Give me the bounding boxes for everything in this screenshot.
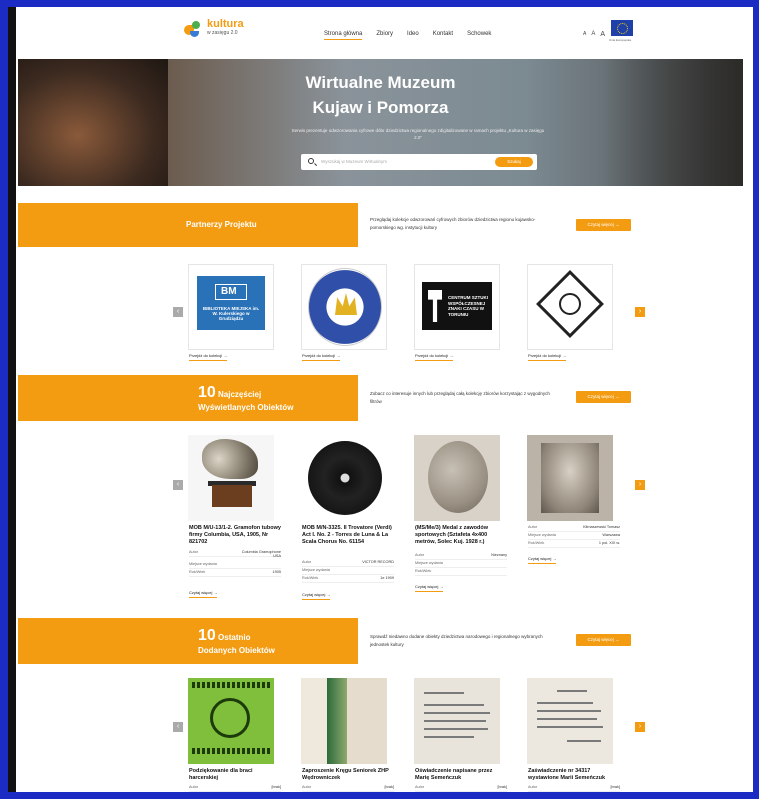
last-added-heading-b: Dodanych Obiektów	[198, 646, 275, 655]
read-more-link[interactable]: Czytaj więcej →	[302, 592, 331, 600]
object-title[interactable]: Podziękowanie dla braci harcerskiej	[189, 768, 281, 782]
eu-flag-icon	[611, 20, 633, 36]
object-image-certificate-document[interactable]	[527, 678, 613, 764]
most-viewed-heading-b: Wyświetlanych Obiektów	[198, 403, 294, 412]
partners-next-arrow[interactable]: ›	[635, 307, 645, 317]
object-image-invitation[interactable]	[301, 678, 387, 764]
object-image-green-poster[interactable]	[188, 678, 274, 764]
object-title[interactable]: Zaproszenie Kręgu Seniorek ZHP Wędrownic…	[302, 768, 394, 782]
search-bar: Wyszukaj w Muzeum Wirtualnym Szukaj	[301, 154, 537, 170]
page: kultura w zasięgu 2.0 Strona główna Zbio…	[8, 7, 753, 792]
search-icon	[308, 158, 314, 164]
font-size-medium[interactable]: A	[591, 31, 595, 38]
last-added-heading-a: Ostatnio	[218, 633, 251, 642]
last-added-prev-arrow[interactable]: ‹	[173, 722, 183, 732]
font-size-switcher: A A A	[583, 31, 605, 38]
partner-logo-biblioteka-miejska: BIBLIOTEKA MIEJSKA im. W. Kulerskiego w …	[197, 276, 265, 330]
last-added-next-arrow[interactable]: ›	[635, 722, 645, 732]
search-input[interactable]: Wyszukaj w Muzeum Wirtualnym	[321, 159, 387, 164]
partners-description: Przeglądaj kolekcje odwzorowań cyfrowych…	[370, 217, 536, 230]
most-viewed-heading-a: Najczęściej	[218, 390, 262, 399]
search-button[interactable]: Szukaj	[495, 157, 533, 167]
object-image-relief[interactable]	[527, 435, 613, 521]
logo-icon	[184, 19, 204, 39]
last-added-more-button[interactable]: Czytaj więcej →	[576, 634, 631, 646]
object-meta: Autor VICTOR RECORD Miejsce wydania Rok/W…	[302, 559, 394, 583]
last-added-description: Sprawdź niedawno dodane obiekty dziedzic…	[370, 634, 543, 647]
object-image-medal[interactable]	[414, 435, 500, 521]
most-viewed-description: Zobacz co interesuje innych lub przegląd…	[370, 391, 550, 404]
object-meta: Autor [brak]	[302, 784, 394, 792]
partner-link[interactable]: Przejdź do kolekcji →	[189, 353, 228, 361]
partner-card[interactable]	[301, 264, 387, 350]
read-more-link[interactable]: Czytaj więcej →	[528, 556, 557, 564]
partners-prev-arrow[interactable]: ‹	[173, 307, 183, 317]
object-title[interactable]: (MS/Me/3) Medal z zawodów sportowych (Sz…	[415, 525, 507, 546]
site-logo[interactable]: kultura w zasięgu 2.0	[184, 19, 244, 39]
object-title[interactable]: Zaświadczenie nr 34317 wystawione Marii …	[528, 768, 620, 782]
object-image-vinyl-record[interactable]	[301, 435, 387, 521]
hero-title-line2: Kujaw i Pomorza	[312, 98, 449, 117]
partner-card[interactable]	[527, 264, 613, 350]
object-image-statement-document[interactable]	[414, 678, 500, 764]
hero-subtitle: Serwis prezentuje odwzorowania cyfrowe d…	[291, 128, 545, 140]
left-edge-strip	[8, 7, 16, 792]
nav-collections[interactable]: Zbiory	[376, 31, 393, 40]
eu-caption: Unia Europejska	[609, 38, 632, 42]
object-meta: Autor [brak]	[415, 784, 507, 792]
hero-title-line1: Wirtualne Muzeum	[305, 73, 456, 92]
object-meta: Autor Kłimaszewski Tomasz Miejsce wydania…	[528, 524, 620, 548]
partner-logo-emblem	[536, 270, 604, 338]
partner-card[interactable]: CENTRUM SZTUKI WSPÓŁCZESNEJ ZNAKI CZASU …	[414, 264, 500, 350]
partners-more-button[interactable]: Czytaj więcej →	[576, 219, 631, 231]
partner-link[interactable]: Przejdź do kolekcji →	[528, 353, 567, 361]
partner-link[interactable]: Przejdź do kolekcji →	[302, 353, 341, 361]
most-viewed-prev-arrow[interactable]: ‹	[173, 480, 183, 490]
partner-logo-biblioteka-uniwersytecka	[308, 268, 382, 346]
object-meta: Autor Columbia Gramophone USA Miejsce wyd…	[189, 549, 281, 577]
partners-heading: Partnerzy Projektu	[186, 220, 257, 229]
partner-link[interactable]: Przejdź do kolekcji →	[415, 353, 454, 361]
last-added-bar: 10 Ostatnio Dodanych Obiektów	[18, 618, 358, 664]
object-title[interactable]: Oświadczenie napisane przez Marię Semeńc…	[415, 768, 507, 782]
logo-title: kultura	[207, 18, 244, 30]
most-viewed-next-arrow[interactable]: ›	[635, 480, 645, 490]
partner-logo-csw: CENTRUM SZTUKI WSPÓŁCZESNEJ ZNAKI CZASU …	[422, 282, 492, 330]
nav-clipboard[interactable]: Schowek	[467, 31, 491, 40]
object-title[interactable]: MOB M/N-3325. Il Trovatore (Verdi) Act I…	[302, 525, 394, 546]
read-more-link[interactable]: Czytaj więcej →	[189, 590, 218, 598]
main-nav: Strona główna Zbiory Ideo Kontakt Schowe…	[324, 31, 491, 40]
font-size-small[interactable]: A	[583, 31, 586, 38]
last-added-number: 10	[198, 627, 216, 644]
logo-subtitle: w zasięgu 2.0	[207, 30, 238, 36]
object-meta: Autor Nieznany Miejsce wydania Rok/Wiek	[415, 552, 507, 576]
most-viewed-more-button[interactable]: Czytaj więcej →	[576, 391, 631, 403]
nav-ideo[interactable]: Ideo	[407, 31, 419, 40]
most-viewed-number: 10	[198, 384, 216, 401]
partners-bar: Partnerzy Projektu	[18, 203, 358, 247]
object-image-gramophone[interactable]	[188, 435, 274, 521]
nav-contact[interactable]: Kontakt	[433, 31, 453, 40]
nav-home[interactable]: Strona główna	[324, 31, 363, 40]
hero-banner: Wirtualne Muzeum Kujaw i Pomorza Serwis …	[18, 59, 743, 186]
read-more-link[interactable]: Czytaj więcej →	[415, 584, 444, 592]
site-header: kultura w zasięgu 2.0 Strona główna Zbio…	[8, 7, 753, 59]
partner-card[interactable]: BIBLIOTEKA MIEJSKA im. W. Kulerskiego w …	[188, 264, 274, 350]
object-meta: Autor [brak]	[189, 784, 281, 792]
object-meta: Autor [brak]	[528, 784, 620, 792]
object-title[interactable]: MOB M/U-13/1-2. Gramofon tubowy firmy Co…	[189, 525, 281, 546]
font-size-large[interactable]: A	[600, 31, 605, 38]
most-viewed-bar: 10 Najczęściej Wyświetlanych Obiektów	[18, 375, 358, 421]
